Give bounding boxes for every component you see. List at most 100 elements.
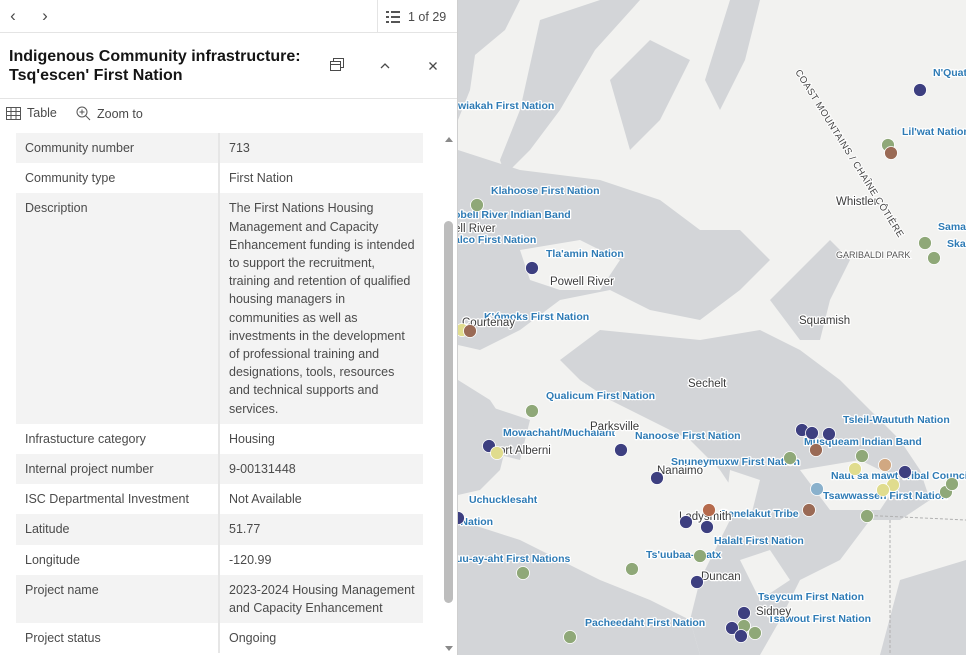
first-nation-label: Lil'wat Nation [902, 126, 966, 138]
community-point[interactable] [783, 451, 797, 465]
first-nation-label: Ts'uubaa-asatx [646, 549, 721, 561]
community-point[interactable] [625, 562, 639, 576]
city-label: Powell River [550, 276, 614, 288]
community-point[interactable] [848, 462, 862, 476]
field-value: Ongoing [229, 631, 277, 646]
table-button[interactable]: Table [6, 106, 57, 120]
scroll-up-arrow-icon[interactable] [445, 137, 453, 142]
community-point[interactable] [702, 503, 716, 517]
community-point[interactable] [690, 575, 704, 589]
dock-icon[interactable] [326, 57, 348, 79]
field-key: Project name [16, 574, 220, 624]
community-point[interactable] [884, 146, 898, 160]
first-nation-label: Ska [947, 238, 966, 250]
scrollbar[interactable] [441, 133, 457, 655]
field-row: Longitude -120.99 [16, 544, 423, 575]
community-point[interactable] [822, 427, 836, 441]
first-nation-label: Tla'amin Nation [546, 248, 624, 260]
community-point[interactable] [734, 629, 748, 643]
community-point[interactable] [737, 606, 751, 620]
community-point[interactable] [876, 483, 890, 497]
first-nation-label: N'Quat [933, 67, 966, 79]
zoom-to-button[interactable]: Zoom to [76, 106, 143, 121]
popup-panel: ‹ › 1 of 29 Indigenous Community infrast… [0, 0, 458, 655]
first-nation-label: Uchucklesaht [469, 494, 538, 506]
community-point[interactable] [927, 251, 941, 265]
field-value: 51.77 [229, 522, 261, 537]
community-point[interactable] [748, 626, 762, 640]
field-key: ISC Departmental Investment [16, 484, 220, 515]
chevron-left-icon[interactable]: ‹ [2, 5, 24, 27]
scrollbar-thumb[interactable] [444, 221, 453, 603]
table-label: Table [27, 106, 57, 120]
city-label: ort Alberni [499, 445, 551, 457]
close-icon[interactable] [422, 57, 444, 79]
community-point[interactable] [805, 426, 819, 440]
community-point[interactable] [802, 503, 816, 517]
community-point[interactable] [860, 509, 874, 523]
attribute-table[interactable]: Community number 713 Community type First … [16, 133, 423, 655]
field-key: Description [16, 193, 220, 424]
zoom-icon [76, 106, 91, 121]
city-label: Sechelt [688, 378, 727, 390]
field-row: Description The First Nations Housing Man… [16, 193, 423, 424]
city-label: Squamish [799, 315, 850, 327]
navigation-bar: ‹ › 1 of 29 [0, 0, 457, 33]
community-point[interactable] [614, 443, 628, 457]
first-nation-label: Halalt First Nation [714, 535, 804, 547]
first-nation-label: uu-ay-aht First Nations [456, 553, 571, 565]
field-value: -120.99 [229, 552, 272, 567]
scroll-down-arrow-icon[interactable] [445, 646, 453, 651]
first-nation-label: wiakah First Nation [457, 100, 554, 112]
community-point[interactable] [945, 477, 959, 491]
first-nation-label: Tseycum First Nation [758, 591, 864, 603]
first-nation-label: Nanoose First Nation [635, 430, 741, 442]
community-point[interactable] [463, 324, 477, 338]
table-icon [6, 106, 21, 120]
community-point[interactable] [693, 549, 707, 563]
community-point[interactable] [855, 449, 869, 463]
actions-bar: Table Zoom to [0, 99, 457, 130]
community-point[interactable] [525, 261, 539, 275]
popup-title: Indigenous Community infrastructure: Tsq… [9, 48, 301, 84]
community-point[interactable] [810, 482, 824, 496]
community-point[interactable] [516, 566, 530, 580]
city-label: Nanaimo [657, 465, 703, 477]
field-value: 9-00131448 [229, 462, 296, 477]
community-point[interactable] [700, 520, 714, 534]
field-row: Latitude 51.77 [16, 514, 423, 545]
field-row: Infrastucture category Housing [16, 423, 423, 455]
community-point[interactable] [878, 458, 892, 472]
city-label: ell River [454, 223, 496, 235]
field-key: Project status [16, 623, 220, 654]
pager[interactable]: 1 of 29 [377, 0, 457, 33]
chevron-right-icon[interactable]: › [34, 5, 56, 27]
field-row: Community number 713 [16, 133, 423, 164]
field-value: Not Available [229, 492, 302, 507]
list-icon [386, 10, 400, 24]
community-point[interactable] [898, 465, 912, 479]
field-key: Community type [16, 163, 220, 194]
field-row: Project name 2023-2024 Housing Management… [16, 574, 423, 624]
chevron-up-icon[interactable] [374, 57, 396, 79]
first-nation-label: Sama [938, 221, 966, 233]
popup-header: Indigenous Community infrastructure: Tsq… [0, 33, 457, 99]
community-point[interactable] [679, 515, 693, 529]
field-row: ISC Departmental Investment Not Available [16, 484, 423, 515]
community-point[interactable] [563, 630, 577, 644]
field-value: The First Nations Housing Management and… [229, 201, 415, 416]
city-label: Parksville [590, 421, 639, 433]
community-point[interactable] [913, 83, 927, 97]
community-point[interactable] [525, 404, 539, 418]
first-nation-label: alco First Nation [454, 234, 536, 246]
community-point[interactable] [809, 443, 823, 457]
field-key: Infrastucture category [16, 423, 220, 455]
community-point[interactable] [490, 446, 504, 460]
field-key: Latitude [16, 514, 220, 545]
community-point[interactable] [650, 471, 664, 485]
community-point[interactable] [918, 236, 932, 250]
park-label: GARIBALDI PARK [836, 250, 910, 260]
field-row: Project status Ongoing [16, 623, 423, 654]
field-value: Housing [229, 431, 275, 446]
community-point[interactable] [470, 198, 484, 212]
